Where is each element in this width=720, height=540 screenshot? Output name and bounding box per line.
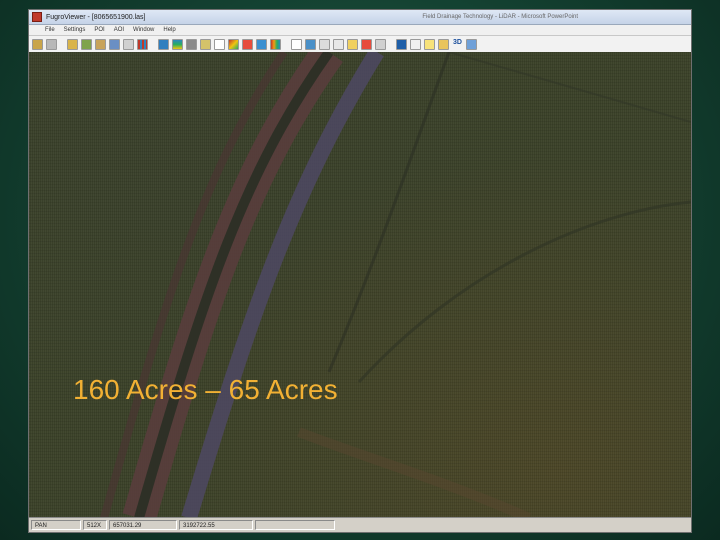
grid-icon[interactable]: [109, 38, 120, 50]
color-grid-icon[interactable]: [137, 38, 148, 50]
profile-icon[interactable]: [214, 38, 225, 50]
elevation-color-icon[interactable]: [172, 38, 183, 50]
open-folder-icon[interactable]: [67, 38, 78, 50]
export-icon[interactable]: [465, 38, 477, 50]
menu-file[interactable]: File: [45, 27, 55, 33]
toolbar: 3D: [29, 36, 691, 53]
app-window: FugroViewer - [8065651900.las] Field Dra…: [28, 9, 692, 533]
select-arrow-icon[interactable]: [319, 38, 330, 50]
field-boundary-line: [357, 200, 691, 384]
print-icon[interactable]: [46, 38, 57, 50]
lowland-patch: [297, 427, 532, 518]
menu-bar: File Settings POI AOI Window Help: [29, 25, 691, 36]
points-icon[interactable]: [291, 38, 302, 50]
terrain-features: [100, 52, 691, 518]
gray-shade-icon[interactable]: [186, 38, 197, 50]
return-icon[interactable]: [256, 38, 267, 50]
key-icon[interactable]: [410, 38, 421, 50]
zoom-icon[interactable]: [333, 38, 344, 50]
status-northing: 3192722.55: [179, 520, 253, 530]
status-bar: PAN 512X 657031.29 3192722.55: [29, 517, 691, 532]
menu-window[interactable]: Window: [133, 27, 154, 33]
menu-help[interactable]: Help: [163, 27, 175, 33]
measure-icon[interactable]: [375, 38, 386, 50]
intensity-icon[interactable]: [158, 38, 169, 50]
tin-icon[interactable]: [305, 38, 316, 50]
slide-caption: 160 Acres – 65 Acres: [73, 374, 338, 405]
menu-aoi[interactable]: AOI: [114, 27, 124, 33]
open-file-icon[interactable]: [32, 38, 43, 50]
status-easting: 657031.29: [109, 520, 177, 530]
settings-icon[interactable]: [123, 38, 134, 50]
edit-icon[interactable]: [95, 38, 106, 50]
ruler-icon[interactable]: [424, 38, 435, 50]
layers-icon[interactable]: [81, 38, 92, 50]
status-mode: PAN: [31, 520, 81, 530]
field-top-line: [448, 52, 691, 123]
lidar-map-view[interactable]: [29, 52, 691, 518]
pencil-icon[interactable]: [438, 38, 449, 50]
title-bar: FugroViewer - [8065651900.las] Field Dra…: [29, 10, 691, 25]
classify-icon[interactable]: [242, 38, 253, 50]
status-zoom: 512X: [83, 520, 107, 530]
pan-icon[interactable]: [347, 38, 358, 50]
yellow-shade-icon[interactable]: [200, 38, 211, 50]
background-window-title: Field Drainage Technology - LiDAR - Micr…: [422, 14, 578, 20]
status-extra: [255, 520, 335, 530]
window-title: FugroViewer - [8065651900.las]: [46, 13, 146, 21]
location-pin-icon[interactable]: [361, 38, 372, 50]
menu-poi[interactable]: POI: [94, 27, 104, 33]
globe-icon[interactable]: [396, 38, 407, 50]
rgb-icon[interactable]: [228, 38, 239, 50]
histogram-icon[interactable]: [270, 38, 281, 50]
menu-settings[interactable]: Settings: [64, 27, 86, 33]
view-3d-button[interactable]: 3D: [452, 39, 463, 50]
ditch-outer: [122, 52, 343, 518]
app-icon: [32, 12, 42, 22]
